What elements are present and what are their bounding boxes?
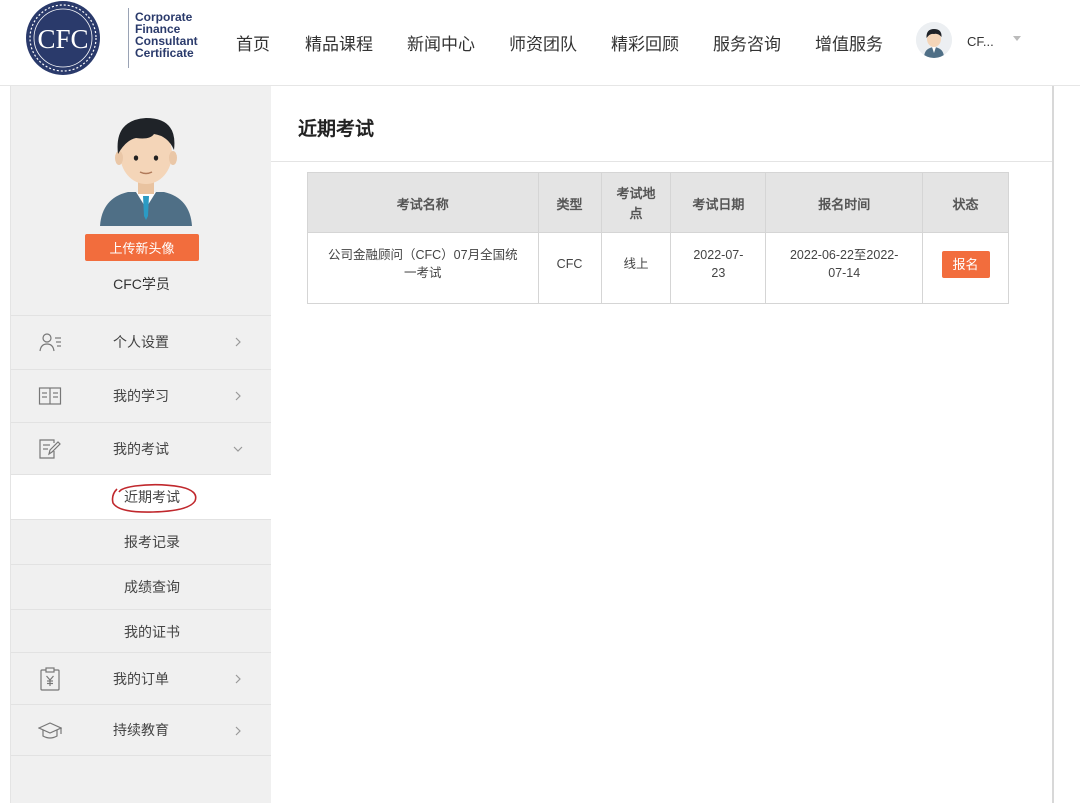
- nav-consulting[interactable]: 服务咨询: [713, 30, 781, 55]
- chevron-right-icon: [235, 674, 241, 684]
- sidebar-item-label: 持续教育: [113, 722, 169, 738]
- main-nav: 首页 精品课程 新闻中心 师资团队 精彩回顾 服务咨询 增值服务: [236, 30, 917, 55]
- book-icon: [38, 387, 62, 405]
- profile-avatar-icon[interactable]: [96, 106, 196, 226]
- sidebar-subitem-label: 成绩查询: [124, 579, 180, 595]
- sidebar-item-my-exams[interactable]: 我的考试: [11, 422, 272, 474]
- cell-status: 报名: [922, 232, 1009, 304]
- user-name[interactable]: CF...: [967, 34, 994, 49]
- user-avatar[interactable]: [916, 22, 952, 58]
- sidebar-item-personal-settings[interactable]: 个人设置: [11, 315, 272, 367]
- graduation-cap-icon: [38, 722, 62, 739]
- sidebar: 上传新头像 CFC学员 个人设置 我的学习 我的考试 近期考试 报考记录 成绩查…: [10, 86, 272, 803]
- sidebar-subitem-registration-records[interactable]: 报考记录: [11, 519, 272, 564]
- site-logo[interactable]: CFC Corporate Finance Consultant Certifi…: [24, 0, 198, 76]
- table-row: 公司金融顾问（CFC）07月全国统一考试 CFC 线上 2022-07-23 2…: [307, 232, 1009, 304]
- sidebar-item-my-study[interactable]: 我的学习: [11, 369, 272, 421]
- sidebar-item-label: 个人设置: [113, 333, 169, 350]
- sidebar-item-continuing-education[interactable]: 持续教育: [11, 704, 272, 756]
- sidebar-item-label: 我的考试: [113, 440, 169, 457]
- cell-location: 线上: [600, 232, 672, 304]
- column-header-location: 考试地点: [600, 172, 672, 233]
- nav-courses[interactable]: 精品课程: [305, 30, 373, 55]
- column-header-exam-date: 考试日期: [670, 172, 767, 233]
- page-title: 近期考试: [298, 119, 375, 140]
- sidebar-subitem-my-certificates[interactable]: 我的证书: [11, 609, 272, 654]
- cell-signup-time: 2022-06-22至2022-07-14: [765, 232, 924, 304]
- sidebar-subitem-score-query[interactable]: 成绩查询: [11, 564, 272, 609]
- column-header-signup-time: 报名时间: [765, 172, 924, 233]
- sidebar-item-label: 我的学习: [113, 387, 169, 404]
- user-list-icon: [39, 333, 61, 352]
- cell-exam-date: 2022-07-23: [670, 232, 767, 304]
- nav-teachers[interactable]: 师资团队: [509, 30, 577, 55]
- logo-line: Certificate: [135, 46, 194, 60]
- sidebar-item-label: 我的订单: [113, 670, 169, 687]
- logo-emblem-text: CFC: [37, 24, 88, 54]
- nav-review[interactable]: 精彩回顾: [611, 30, 679, 55]
- top-header: CFC Corporate Finance Consultant Certifi…: [0, 0, 1080, 86]
- profile-name: CFC学员: [113, 276, 170, 292]
- nav-home[interactable]: 首页: [236, 30, 270, 55]
- cfc-emblem-icon: CFC: [26, 1, 100, 75]
- exam-table: 考试名称 类型 考试地点 考试日期 报名时间 状态 公司金融顾问（CFC）07月…: [307, 172, 1009, 304]
- profile-card: 上传新头像 CFC学员: [11, 86, 272, 314]
- logo-divider: [128, 8, 129, 68]
- table-header-row: 考试名称 类型 考试地点 考试日期 报名时间 状态: [307, 172, 1009, 233]
- column-header-type: 类型: [537, 172, 602, 233]
- column-header-exam-name: 考试名称: [307, 172, 539, 233]
- yuan-clipboard-icon: [40, 667, 60, 691]
- sidebar-item-my-orders[interactable]: 我的订单: [11, 652, 272, 704]
- chevron-right-icon: [235, 391, 241, 401]
- logo-wordmark: Corporate Finance Consultant Certificate: [135, 11, 198, 59]
- caret-down-icon[interactable]: [1013, 36, 1021, 41]
- content-right-border: [1052, 86, 1054, 803]
- title-divider: [271, 161, 1052, 162]
- column-header-status: 状态: [922, 172, 1009, 233]
- main-content: 近期考试 考试名称 类型 考试地点 考试日期 报名时间 状态 公司金融顾问（CF…: [271, 86, 1052, 803]
- sidebar-subitem-label: 我的证书: [124, 624, 180, 640]
- chevron-right-icon: [235, 337, 241, 347]
- avatar-person-icon: [916, 22, 952, 58]
- chevron-down-icon: [233, 446, 243, 452]
- sidebar-subitem-recent-exams[interactable]: 近期考试: [11, 474, 272, 519]
- nav-value-services[interactable]: 增值服务: [815, 30, 883, 55]
- cell-exam-name: 公司金融顾问（CFC）07月全国统一考试: [307, 232, 539, 304]
- cell-type: CFC: [537, 232, 602, 304]
- register-button[interactable]: 报名: [941, 250, 990, 278]
- sidebar-subitem-label: 近期考试: [124, 489, 180, 505]
- edit-document-icon: [39, 439, 61, 459]
- upload-avatar-button[interactable]: 上传新头像: [85, 234, 199, 261]
- nav-news[interactable]: 新闻中心: [407, 30, 475, 55]
- chevron-right-icon: [235, 726, 241, 736]
- sidebar-subitem-label: 报考记录: [124, 534, 180, 550]
